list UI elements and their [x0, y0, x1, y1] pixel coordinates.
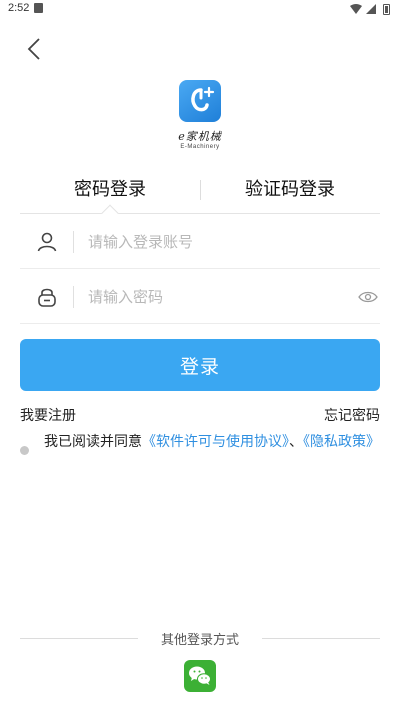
wifi-icon — [350, 4, 362, 14]
tab-underline — [20, 213, 380, 214]
tab-sms-login[interactable]: 验证码登录 — [200, 170, 380, 210]
wechat-login-button[interactable] — [184, 660, 216, 692]
other-login-section: 其他登录方式 — [20, 628, 380, 648]
login-tabs: 密码登录 验证码登录 — [20, 170, 380, 222]
agreement-separator: 、 — [289, 434, 303, 450]
battery-icon — [383, 4, 390, 15]
agreement-text: 我已阅读并同意《软件许可与使用协议》、《隐私政策》 — [44, 431, 384, 453]
register-link[interactable]: 我要注册 — [20, 405, 76, 425]
signal-icon — [366, 4, 376, 14]
back-arrow-icon[interactable] — [22, 36, 48, 62]
account-input[interactable] — [88, 227, 348, 257]
eye-icon[interactable] — [358, 289, 378, 305]
status-bar: 2:52 — [0, 0, 400, 18]
field-separator — [73, 231, 74, 253]
app-logo: e家机械 E-Machinery — [0, 80, 400, 150]
app-logo-icon — [179, 80, 221, 122]
user-icon — [37, 232, 57, 252]
password-input[interactable] — [88, 282, 348, 312]
notification-icon — [34, 3, 43, 13]
password-field-row — [20, 270, 380, 324]
field-separator — [73, 286, 74, 308]
logo-text: e家机械 — [178, 130, 222, 143]
account-field-row — [20, 215, 380, 269]
lock-icon — [38, 288, 56, 307]
divider-line — [262, 638, 380, 639]
hook-icon — [191, 86, 215, 112]
terms-link[interactable]: 《软件许可与使用协议》 — [142, 434, 289, 450]
agreement-checkbox[interactable] — [20, 446, 29, 455]
login-button[interactable]: 登录 — [20, 339, 380, 391]
forgot-password-link[interactable]: 忘记密码 — [324, 405, 380, 425]
status-time: 2:52 — [8, 2, 30, 14]
logo-subtext: E-Machinery — [180, 144, 220, 150]
privacy-link[interactable]: 《隐私政策》 — [303, 434, 380, 450]
agreement-prefix: 我已阅读并同意 — [44, 434, 142, 450]
wechat-icon — [189, 666, 211, 685]
